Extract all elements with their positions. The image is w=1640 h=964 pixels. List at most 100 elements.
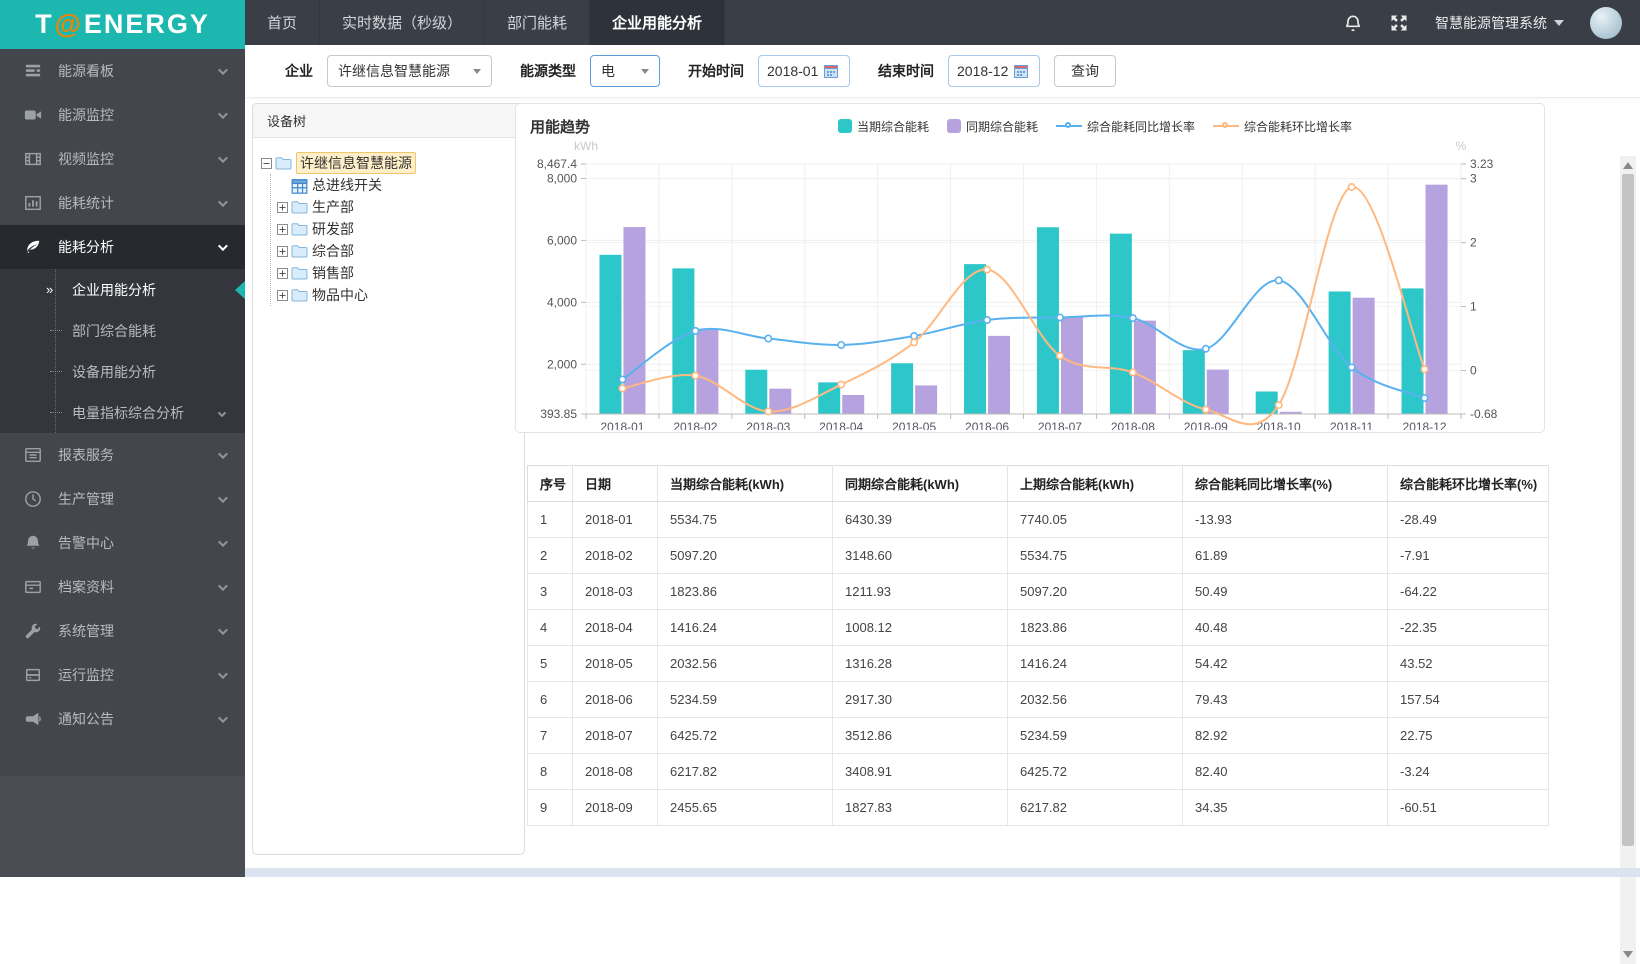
table-cell: 8 — [528, 754, 573, 790]
folder-icon — [291, 244, 308, 258]
company-select[interactable]: 许继信息智慧能源 — [327, 55, 492, 87]
horizontal-scrollbar-track[interactable] — [245, 868, 1640, 877]
start-date-value: 2018-01 — [767, 63, 818, 79]
sidebar-item-label: 视频监控 — [58, 149, 114, 169]
tree-node-2[interactable]: 生产部 — [277, 196, 516, 218]
tree-node-5[interactable]: 销售部 — [277, 262, 516, 284]
tree-node-label[interactable]: 物品中心 — [312, 285, 368, 305]
tree-node-label[interactable]: 综合部 — [312, 241, 354, 261]
folder-icon — [275, 156, 292, 170]
chevron-down-icon — [641, 69, 649, 74]
legend-item-3[interactable]: 综合能耗同比增长率 — [1056, 118, 1195, 135]
tree-node-label[interactable]: 生产部 — [312, 197, 354, 217]
table-cell: 22.75 — [1388, 718, 1549, 754]
sidebar-item-4[interactable]: 能耗统计 — [0, 181, 245, 225]
svg-text:2018-08: 2018-08 — [1111, 420, 1155, 430]
legend-item-1[interactable]: 当期综合能耗 — [838, 118, 929, 135]
system-title-dropdown[interactable]: 智慧能源管理系统 — [1435, 13, 1564, 33]
sidebar-item-11[interactable]: 运行监控 — [0, 653, 245, 697]
sidebar-item-label: 报表服务 — [58, 445, 114, 465]
expand-toggle-icon[interactable] — [277, 202, 288, 213]
legend-item-2[interactable]: 同期综合能耗 — [947, 118, 1038, 135]
avatar[interactable] — [1590, 7, 1622, 39]
svg-text:2: 2 — [1470, 236, 1477, 250]
scroll-down-arrow-icon[interactable] — [1623, 951, 1633, 958]
svg-text:8,000: 8,000 — [547, 171, 577, 185]
tree-node-3[interactable]: 研发部 — [277, 218, 516, 240]
sidebar-item-label: 通知公告 — [58, 709, 114, 729]
table-cell: 2018-01 — [573, 502, 658, 538]
film-icon — [24, 150, 42, 168]
sidebar-item-12[interactable]: 通知公告 — [0, 697, 245, 741]
table-cell: 2018-08 — [573, 754, 658, 790]
end-date-input[interactable]: 2018-12 — [948, 55, 1040, 87]
energy-trend-chart: kWh%393.852,0004,0006,0008,0008,467.4-0.… — [516, 138, 1531, 430]
table-cell: 1823.86 — [658, 574, 833, 610]
sidebar-subitem-1[interactable]: »企业用能分析 — [0, 269, 245, 310]
archive-icon — [24, 578, 42, 596]
scrollbar-thumb[interactable] — [1622, 174, 1634, 846]
sidebar-item-3[interactable]: 视频监控 — [0, 137, 245, 181]
fullscreen-icon[interactable] — [1389, 13, 1409, 33]
svg-text:2018-03: 2018-03 — [746, 420, 790, 430]
sidebar-item-6[interactable]: 报表服务 — [0, 433, 245, 477]
sidebar-subitem-2[interactable]: 部门综合能耗 — [0, 310, 245, 351]
vertical-scrollbar[interactable] — [1620, 156, 1636, 964]
chevron-down-icon — [218, 581, 228, 591]
sidebar-item-label: 运行监控 — [58, 665, 114, 685]
tree-dash-icon — [50, 371, 62, 372]
sidebar-item-label: 能源监控 — [58, 105, 114, 125]
tree-node-label[interactable]: 研发部 — [312, 219, 354, 239]
tree-node-4[interactable]: 综合部 — [277, 240, 516, 262]
expand-toggle-icon[interactable] — [277, 268, 288, 279]
sidebar-item-2[interactable]: 能源监控 — [0, 93, 245, 137]
svg-text:%: % — [1456, 139, 1467, 153]
clock-icon — [24, 490, 42, 508]
tree-node-6[interactable]: 物品中心 — [277, 284, 516, 306]
sidebar-item-9[interactable]: 档案资料 — [0, 565, 245, 609]
sidebar-item-7[interactable]: 生产管理 — [0, 477, 245, 521]
tree-node-label[interactable]: 销售部 — [312, 263, 354, 283]
tree-node-root[interactable]: 许继信息智慧能源 — [261, 152, 516, 174]
table-cell: 2917.30 — [833, 682, 1008, 718]
main-nav: 首页实时数据（秒级）部门能耗企业用能分析 — [245, 0, 725, 45]
sidebar-item-5[interactable]: 能耗分析 — [0, 225, 245, 269]
legend-label: 当期综合能耗 — [857, 118, 929, 135]
tree-children: 总进线开关生产部研发部综合部销售部物品中心 — [270, 174, 516, 306]
table-cell: 5534.75 — [1008, 538, 1183, 574]
sidebar-subitem-3[interactable]: 设备用能分析 — [0, 351, 245, 392]
nav-item-2[interactable]: 实时数据（秒级） — [320, 0, 485, 45]
sidebar-item-1[interactable]: 能源看板 — [0, 49, 245, 93]
expand-toggle-icon[interactable] — [277, 224, 288, 235]
nav-item-4[interactable]: 企业用能分析 — [590, 0, 725, 45]
start-date-input[interactable]: 2018-01 — [758, 55, 850, 87]
nav-item-1[interactable]: 首页 — [245, 0, 320, 45]
sidebar-item-8[interactable]: 告警中心 — [0, 521, 245, 565]
sidebar-subitem-4[interactable]: 电量指标综合分析 — [0, 392, 245, 433]
svg-text:2018-11: 2018-11 — [1330, 420, 1373, 430]
scroll-up-arrow-icon[interactable] — [1623, 162, 1633, 169]
expand-toggle-icon[interactable] — [277, 290, 288, 301]
table-cell: 1823.86 — [1008, 610, 1183, 646]
nav-item-3[interactable]: 部门能耗 — [485, 0, 590, 45]
svg-text:4,000: 4,000 — [547, 295, 577, 309]
sidebar-item-label: 系统管理 — [58, 621, 114, 641]
tree-node-1[interactable]: 总进线开关 — [277, 174, 516, 196]
tree-node-label[interactable]: 总进线开关 — [312, 175, 382, 195]
table-cell: 2 — [528, 538, 573, 574]
collapse-toggle-icon[interactable] — [261, 158, 272, 169]
main-column: 用能趋势 当期综合能耗同期综合能耗综合能耗同比增长率综合能耗环比增长率 kWh%… — [515, 103, 1545, 826]
table-cell: 5234.59 — [658, 682, 833, 718]
table-cell: 2018-06 — [573, 682, 658, 718]
table-cell: 5 — [528, 646, 573, 682]
query-button[interactable]: 查询 — [1054, 55, 1116, 87]
legend-item-4[interactable]: 综合能耗环比增长率 — [1213, 118, 1352, 135]
table-cell: -3.24 — [1388, 754, 1549, 790]
expand-toggle-icon[interactable] — [277, 246, 288, 257]
company-select-value: 许继信息智慧能源 — [338, 61, 450, 81]
bell-icon[interactable] — [1343, 13, 1363, 33]
table-column-header-4: 同期综合能耗(kWh) — [833, 466, 1008, 502]
energy-type-select[interactable]: 电 — [590, 55, 660, 87]
sidebar-item-10[interactable]: 系统管理 — [0, 609, 245, 653]
tree-node-label[interactable]: 许继信息智慧能源 — [296, 152, 416, 174]
